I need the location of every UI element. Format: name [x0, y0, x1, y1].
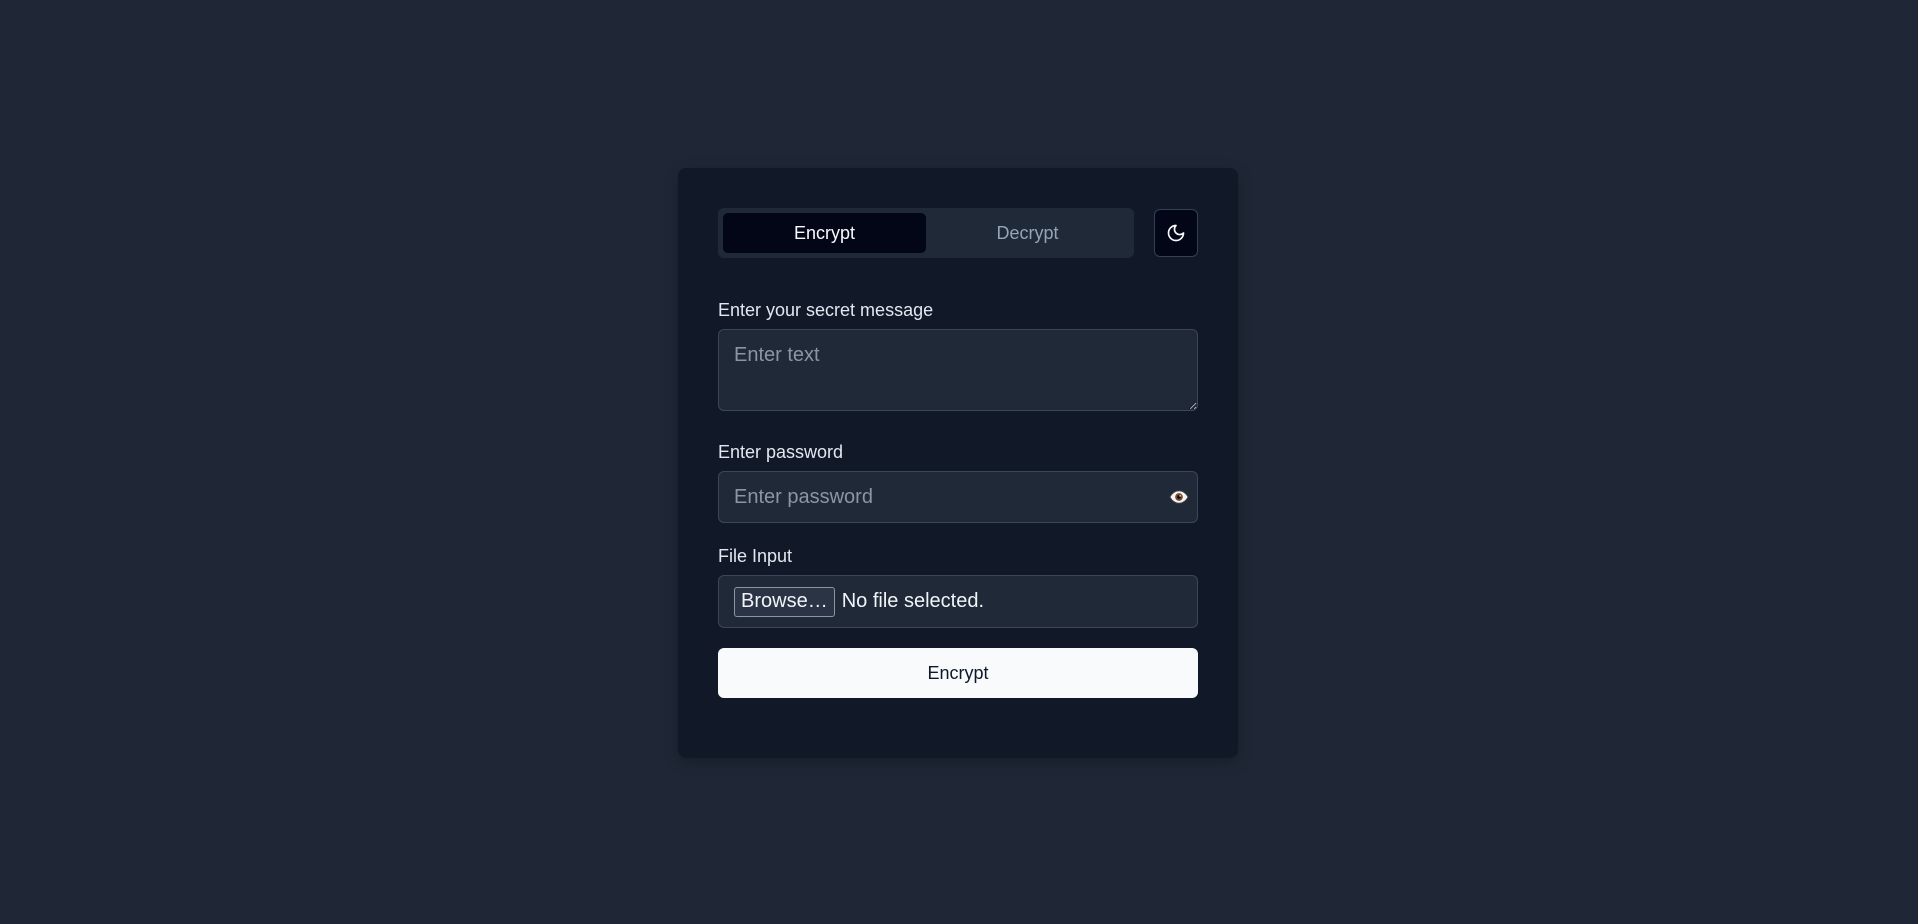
- file-status-text: No file selected.: [841, 590, 984, 612]
- tab-encrypt[interactable]: Encrypt: [723, 213, 926, 253]
- mode-tabs: Encrypt Decrypt: [718, 208, 1134, 258]
- password-label: Enter password: [718, 442, 844, 462]
- message-textarea[interactable]: [718, 329, 1198, 411]
- message-label: Enter your secret message: [718, 300, 934, 320]
- browse-button[interactable]: Browse…: [734, 586, 835, 617]
- theme-toggle-button[interactable]: [1154, 209, 1198, 257]
- crypto-card: Encrypt Decrypt Enter your secret messag…: [678, 168, 1238, 758]
- password-field-wrapper: [718, 471, 1198, 523]
- tab-decrypt[interactable]: Decrypt: [926, 213, 1129, 253]
- top-row: Encrypt Decrypt: [718, 208, 1198, 258]
- eye-icon[interactable]: [1169, 487, 1189, 507]
- encrypt-submit-button[interactable]: Encrypt: [718, 648, 1198, 698]
- moon-icon: [1167, 224, 1185, 242]
- password-input[interactable]: [718, 471, 1198, 523]
- file-input[interactable]: Browse… No file selected.: [718, 575, 1198, 628]
- file-input-label: File Input: [718, 546, 793, 566]
